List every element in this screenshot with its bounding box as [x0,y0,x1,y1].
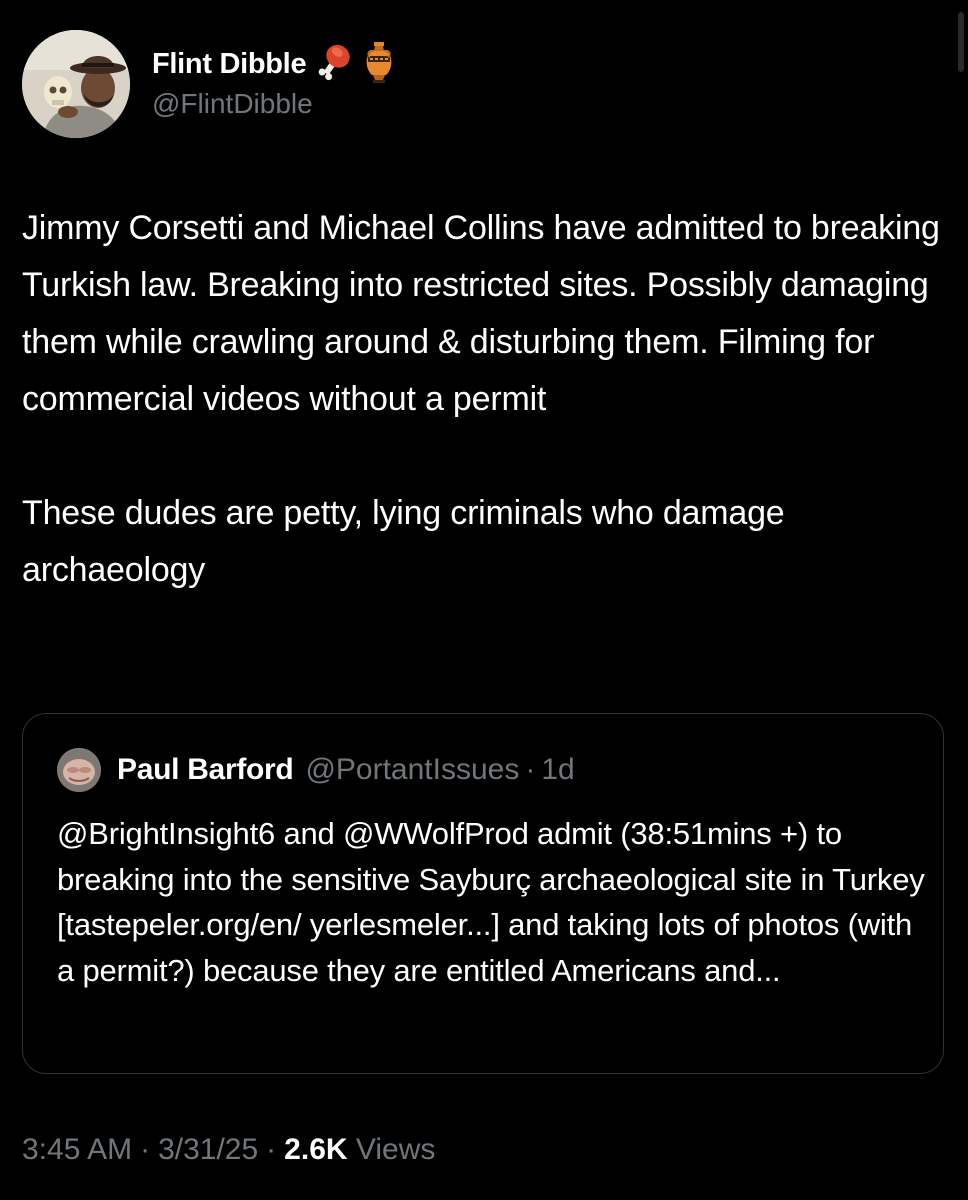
quoted-tweet-card[interactable]: Paul Barford @PortantIssues · 1d @Bright… [22,713,944,1074]
tweet-paragraph: These dudes are petty, lying criminals w… [22,494,785,589]
separator-dot: · [140,1133,151,1166]
tweet-detail-view: Flint Dibble @FlintDibble Jimmy Corsetti… [0,0,968,1200]
views-count[interactable]: 2.6K [284,1133,347,1166]
author-avatar[interactable] [22,30,130,138]
tweet-meta: 3:45 AM · 3/31/25 · 2.6K Views [22,1133,435,1167]
author-handle[interactable]: @FlintDibble [152,88,313,120]
tweet-paragraph: Jimmy Corsetti and Michael Collins have … [22,209,940,418]
author-name[interactable]: Flint Dibble [152,48,307,81]
author-name-row: Flint Dibble [152,41,396,88]
views-label: Views [355,1133,436,1166]
quoted-tweet-text: @BrightInsight6 and @WWolfProd admit (38… [57,816,925,988]
quoted-author-name[interactable]: Paul Barford [117,753,294,787]
quoted-tweet-header: Paul Barford @PortantIssues · 1d [57,748,575,792]
separator-dot: · [525,753,536,786]
tweet-text: Jimmy Corsetti and Michael Collins have … [22,200,942,599]
scrollbar[interactable] [958,12,964,72]
quoted-author-handle[interactable]: @PortantIssues [305,753,519,787]
meat-on-bone-icon [314,42,354,87]
tweet-date[interactable]: 3/31/25 [158,1133,258,1166]
quoted-author-avatar[interactable] [57,748,101,792]
amphora-icon [362,41,396,88]
separator-dot: · [266,1133,277,1166]
quoted-tweet-time[interactable]: 1d [541,753,574,787]
tweet-time[interactable]: 3:45 AM [22,1133,132,1166]
